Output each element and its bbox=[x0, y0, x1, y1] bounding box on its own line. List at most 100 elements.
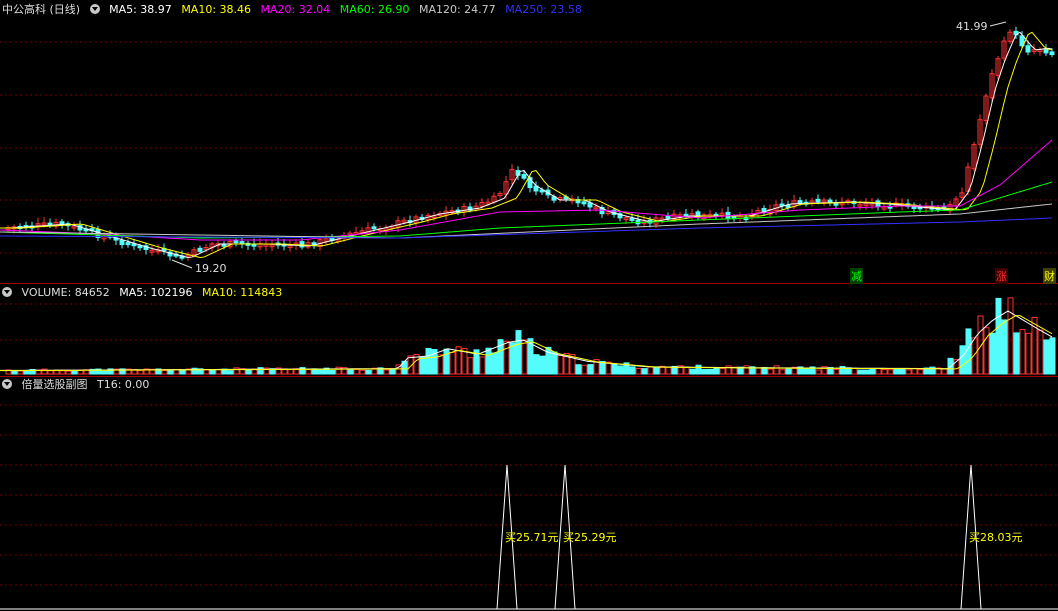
volume-bar bbox=[869, 368, 876, 375]
volume-bar bbox=[209, 369, 216, 375]
volume-bar bbox=[839, 365, 846, 375]
volume-bar bbox=[887, 369, 894, 375]
ma250-line bbox=[0, 217, 1053, 239]
candle-body bbox=[197, 247, 203, 252]
high-price-pointer bbox=[989, 21, 1007, 27]
candle-body bbox=[665, 215, 671, 219]
volume-bar bbox=[359, 369, 366, 375]
volume-bar bbox=[443, 348, 450, 375]
volume-bar bbox=[779, 369, 786, 375]
candle-body bbox=[239, 241, 245, 245]
volume-bar bbox=[965, 328, 972, 375]
candle-body bbox=[119, 239, 125, 246]
collapse-icon[interactable] bbox=[2, 287, 12, 297]
volume-bar bbox=[635, 367, 642, 375]
volume-bar bbox=[743, 365, 750, 375]
volume-bar bbox=[287, 368, 294, 375]
volume-bar bbox=[17, 370, 24, 375]
candle-body bbox=[221, 243, 227, 247]
price-panel[interactable]: 中公高科 (日线) MA5: 38.97 MA10: 38.46 MA20: 3… bbox=[0, 0, 1058, 284]
candle-body bbox=[59, 221, 65, 225]
volume-bar bbox=[881, 368, 888, 375]
volume-bar bbox=[305, 368, 312, 375]
low-price-label: 19.20 bbox=[195, 262, 227, 275]
volume-bar bbox=[179, 369, 186, 375]
volume-bar bbox=[449, 351, 456, 375]
event-marker-reduce[interactable]: 减 bbox=[850, 268, 863, 284]
candle-body bbox=[827, 199, 833, 203]
volume-bar bbox=[917, 369, 924, 375]
event-marker-finance[interactable]: 财 bbox=[1043, 268, 1056, 284]
volume-bar bbox=[65, 370, 72, 375]
volume-bar bbox=[1013, 332, 1020, 375]
volume-bar bbox=[605, 361, 612, 375]
collapse-icon[interactable] bbox=[2, 379, 12, 389]
event-marker-limit-up[interactable]: 涨 bbox=[995, 268, 1008, 284]
volume-bar bbox=[365, 369, 372, 375]
volume-bar bbox=[707, 368, 714, 375]
volume-bar bbox=[515, 330, 522, 375]
candle-body bbox=[785, 204, 791, 208]
volume-bar bbox=[71, 370, 78, 375]
candle-body bbox=[1025, 45, 1031, 53]
volume-bar bbox=[899, 367, 906, 375]
volume-bar bbox=[521, 339, 528, 375]
t16-label: T16: 0.00 bbox=[97, 378, 150, 391]
volume-bar bbox=[425, 347, 432, 375]
candle-body bbox=[521, 174, 527, 179]
volume-bar bbox=[983, 327, 990, 375]
candle-body bbox=[833, 202, 839, 206]
volume-bar bbox=[815, 369, 822, 375]
volume-bar bbox=[1037, 329, 1044, 375]
candle-body bbox=[137, 245, 143, 249]
volume-bar bbox=[539, 355, 546, 375]
indicator-chart[interactable] bbox=[0, 377, 1058, 611]
ma20-line bbox=[0, 139, 1053, 241]
volume-bar bbox=[755, 367, 762, 375]
volume-bar bbox=[329, 369, 336, 375]
candle-body bbox=[1049, 51, 1055, 56]
volume-bar bbox=[803, 367, 810, 375]
volume-bar bbox=[977, 315, 984, 375]
volume-bar bbox=[557, 354, 564, 375]
ma120-label: MA120: 24.77 bbox=[418, 3, 496, 16]
volume-bar bbox=[485, 347, 492, 375]
volume-bar bbox=[335, 366, 342, 375]
candle-body bbox=[797, 200, 803, 204]
price-chart[interactable] bbox=[0, 0, 1058, 283]
volume-bar bbox=[989, 332, 996, 375]
candle-body bbox=[629, 217, 635, 221]
indicator-title: 倍量选股副图 bbox=[21, 378, 88, 391]
buy-signal-label: 买25.29元 bbox=[563, 531, 617, 544]
volume-bar bbox=[905, 369, 912, 375]
volume-bar bbox=[233, 367, 240, 375]
indicator-panel[interactable]: 倍量选股副图 T16: 0.00 买25.71元 买25.29元 买28.03元 bbox=[0, 377, 1058, 611]
volume-bar bbox=[581, 364, 588, 375]
collapse-icon[interactable] bbox=[89, 4, 100, 14]
volume-bar bbox=[551, 351, 558, 375]
volume-bar bbox=[941, 368, 948, 375]
buy-signal-label: 买25.71元 bbox=[505, 531, 559, 544]
volume-ma5-line bbox=[0, 310, 1053, 371]
candle-body bbox=[125, 242, 131, 246]
ma5-label: MA5: 38.97 bbox=[109, 3, 172, 16]
volume-bar bbox=[683, 366, 690, 375]
volume-bar bbox=[689, 368, 696, 375]
volume-bar bbox=[47, 370, 54, 375]
volume-bar bbox=[971, 337, 978, 375]
volume-panel[interactable]: VOLUME: 84652 MA5: 102196 MA10: 114843 bbox=[0, 284, 1058, 376]
volume-bar bbox=[857, 369, 864, 375]
ma60-label: MA60: 26.90 bbox=[339, 3, 410, 16]
volume-bar bbox=[467, 357, 474, 375]
volume-bar bbox=[161, 370, 168, 375]
volume-bar bbox=[611, 363, 618, 375]
volume-bar bbox=[23, 370, 30, 375]
stock-title: 中公高科 (日线) bbox=[2, 3, 81, 16]
ma120-line bbox=[0, 203, 1053, 239]
candle-body bbox=[815, 198, 821, 203]
ma10-label: MA10: 38.46 bbox=[181, 3, 252, 16]
volume-ma10-line bbox=[0, 315, 1053, 372]
volume-bar bbox=[647, 366, 654, 375]
volume-bar bbox=[863, 369, 870, 375]
indicator-legend: 倍量选股副图 T16: 0.00 bbox=[2, 377, 155, 393]
